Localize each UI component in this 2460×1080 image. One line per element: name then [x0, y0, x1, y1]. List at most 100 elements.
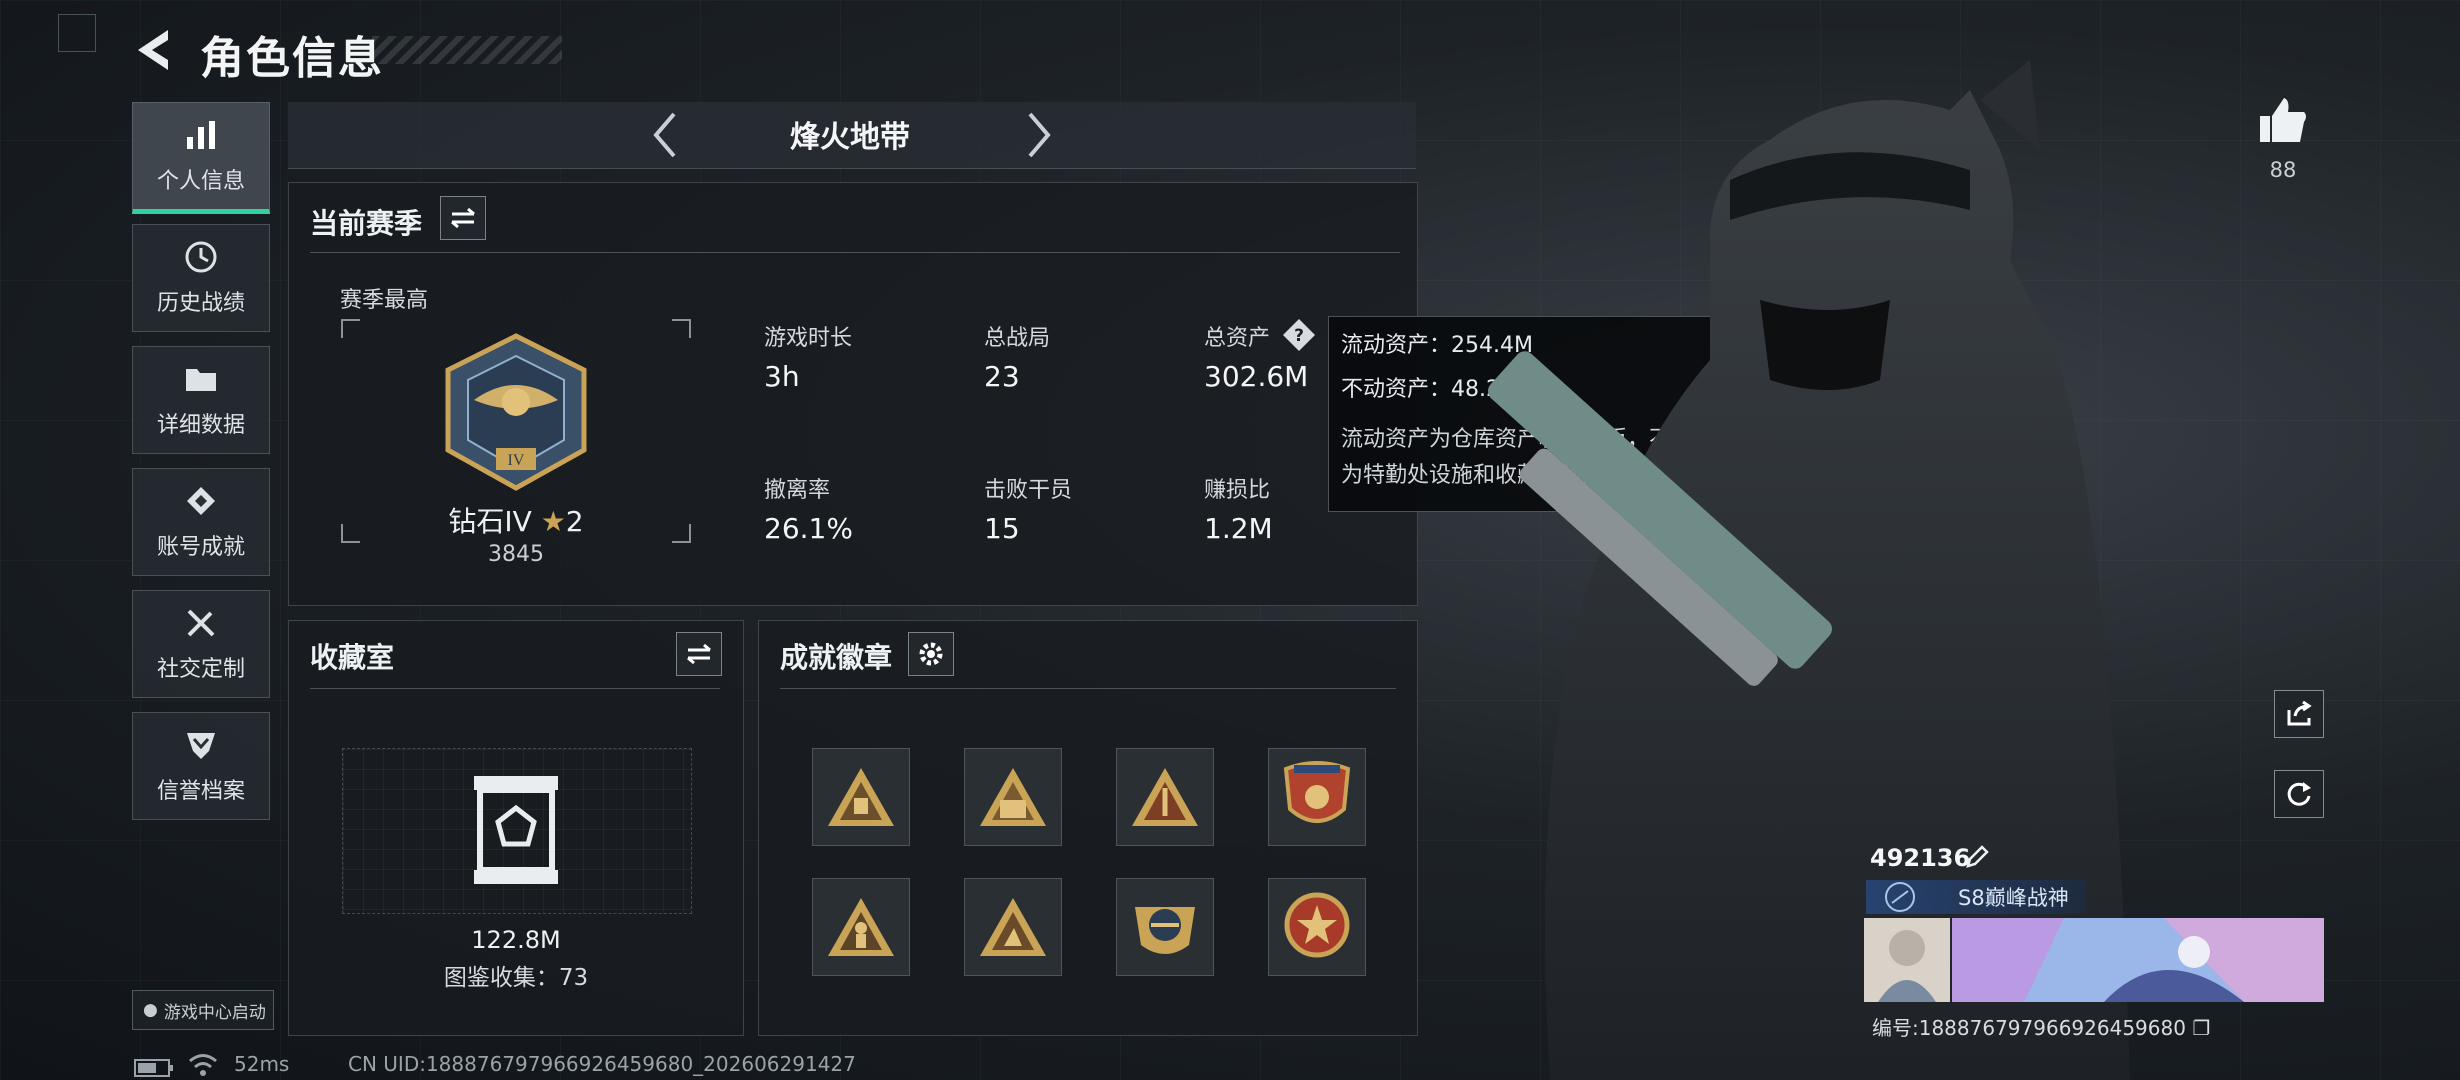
- mode-prev-arrow-icon[interactable]: [650, 110, 680, 160]
- switch-arrows-icon: [687, 643, 711, 665]
- like-count: 88: [2269, 158, 2297, 182]
- stat-label-kills: 击败干员: [984, 478, 1073, 503]
- help-question-icon[interactable]: ?: [1282, 318, 1316, 352]
- player-name-card-banner[interactable]: [1864, 918, 2324, 1002]
- star-wreath-badge-icon: [1284, 892, 1350, 958]
- rank-points: 3845: [488, 542, 544, 567]
- stat-value-kills: 15: [984, 512, 1020, 545]
- player-title-text: S8巅峰战神: [1958, 886, 2069, 910]
- achievement-badge[interactable]: [812, 878, 910, 976]
- page-title: 角色信息: [200, 33, 384, 84]
- achievements-title: 成就徽章: [780, 641, 893, 674]
- stat-label-extraction-rate: 撤离率: [764, 478, 831, 503]
- diamond-medal-icon: [187, 487, 215, 515]
- triangle-soldier-badge-icon: [828, 898, 894, 956]
- corner-mark: [58, 14, 96, 52]
- sidebar-item-label: 账号成就: [156, 535, 245, 560]
- rank-star-icon: ★: [540, 505, 566, 538]
- display-case-icon: [474, 776, 558, 884]
- stat-value-profit-ratio: 1.2M: [1204, 512, 1273, 545]
- player-uid: 编号:18887679796692645968​0 ❐: [1872, 1012, 2210, 1041]
- history-clock-icon: [185, 241, 217, 273]
- collection-divider: [310, 688, 720, 689]
- achievement-badge[interactable]: [1268, 748, 1366, 846]
- sidebar-item-label: 详细数据: [156, 413, 245, 438]
- wrench-icon: [187, 609, 215, 637]
- sidebar-item-label: 信誉档案: [156, 779, 245, 804]
- season-title: 当前赛季: [310, 207, 423, 240]
- achievement-badge[interactable]: [1116, 878, 1214, 976]
- gear-icon: [919, 642, 943, 666]
- triangle-supply-badge-icon: [1132, 768, 1198, 826]
- rank-line: 钻石IV ★2: [340, 500, 692, 540]
- achievement-badge[interactable]: [964, 748, 1062, 846]
- rank-name: 钻石IV: [448, 505, 532, 538]
- achievement-badge[interactable]: [964, 878, 1062, 976]
- triangle-crate-badge-icon: [828, 768, 894, 826]
- triangle-pyramid-badge-icon: [980, 768, 1046, 826]
- game-center-icon: ●: [143, 1000, 158, 1020]
- refresh-button[interactable]: [2274, 770, 2324, 818]
- folder-icon: [186, 369, 216, 391]
- collection-value: 122.8M: [471, 926, 561, 954]
- wifi-icon: [189, 1054, 217, 1076]
- battery-icon: [134, 1059, 173, 1077]
- achievement-badge[interactable]: [1116, 748, 1214, 846]
- title-emblem-icon: [1885, 882, 1915, 912]
- round-emblem-badge-icon: [1135, 907, 1195, 954]
- sidebar-item-label: 个人信息: [156, 169, 245, 194]
- refresh-icon: [2287, 782, 2311, 806]
- sidebar-item-history[interactable]: 历史战绩: [132, 224, 270, 332]
- player-id: 492136: [1870, 844, 1971, 872]
- stat-label-total-matches: 总战局: [984, 326, 1051, 351]
- game-center-launch-badge: ● 游戏中心启动: [132, 990, 274, 1030]
- achievement-badge[interactable]: [1268, 878, 1366, 976]
- thumbs-up-icon[interactable]: [2258, 96, 2308, 146]
- stat-value-total-matches: 23: [984, 360, 1020, 393]
- share-icon: [2287, 700, 2312, 726]
- triangle-runner-badge-icon: [980, 898, 1046, 956]
- player-uid-text: 编号:18887679796692645968​0: [1872, 1016, 2186, 1040]
- season-divider: [310, 252, 1400, 253]
- bar-chart-icon: [187, 121, 215, 149]
- achievements-settings-button[interactable]: [908, 632, 954, 676]
- switch-arrows-icon: [451, 207, 475, 229]
- sidebar-item-label: 社交定制: [156, 657, 245, 682]
- copy-icon[interactable]: ❐: [2192, 1016, 2210, 1040]
- mode-name: 烽火地带: [790, 120, 910, 155]
- title-decoration: [372, 36, 562, 64]
- stat-label-play-time: 游戏时长: [764, 326, 853, 351]
- sidebar-item-social-custom[interactable]: 社交定制: [132, 590, 270, 698]
- rank-emblem-icon: IV: [445, 333, 587, 491]
- edit-pencil-icon[interactable]: [1964, 844, 1990, 870]
- achievements-divider: [780, 688, 1396, 689]
- footer-uid: CN UID:18887679796692645968​0_2026062914…: [348, 1052, 856, 1076]
- shield-crest-badge-icon: [1283, 761, 1351, 823]
- launch-badge-label: 游戏中心启动: [163, 1002, 266, 1023]
- stat-value-extraction-rate: 26.1%: [764, 512, 853, 545]
- stat-label-total-assets: 总资产: [1204, 326, 1271, 351]
- player-title-tag: S8巅峰战神: [1866, 880, 2086, 914]
- share-button[interactable]: [2274, 690, 2324, 738]
- shield-chevron-icon: [187, 733, 215, 759]
- season-switch-button[interactable]: [440, 196, 486, 240]
- sidebar-item-detailed-data[interactable]: 详细数据: [132, 346, 270, 454]
- rank-stars: 2: [565, 505, 584, 538]
- collection-switch-button[interactable]: [676, 632, 722, 676]
- sidebar-item-credit-file[interactable]: 信誉档案: [132, 712, 270, 820]
- mode-next-arrow-icon[interactable]: [1024, 110, 1054, 160]
- back-arrow-icon[interactable]: [132, 26, 176, 74]
- sidebar-item-label: 历史战绩: [156, 291, 245, 316]
- sidebar-item-achievements[interactable]: 账号成就: [132, 468, 270, 576]
- stat-value-play-time: 3h: [764, 360, 800, 393]
- collection-catalog: 图鉴收集：73: [443, 965, 589, 991]
- achievement-badge[interactable]: [812, 748, 910, 846]
- ping-text: 52ms: [234, 1052, 290, 1076]
- collection-title: 收藏室: [310, 641, 395, 674]
- rank-emblem-text: IV: [508, 452, 525, 469]
- stat-label-profit-ratio: 赚损比: [1204, 478, 1271, 503]
- season-best-label: 赛季最高: [340, 288, 429, 313]
- stat-value-total-assets: 302.6M: [1204, 360, 1309, 393]
- sidebar-item-personal-info[interactable]: 个人信息: [132, 102, 270, 214]
- svg-text:?: ?: [1294, 326, 1304, 346]
